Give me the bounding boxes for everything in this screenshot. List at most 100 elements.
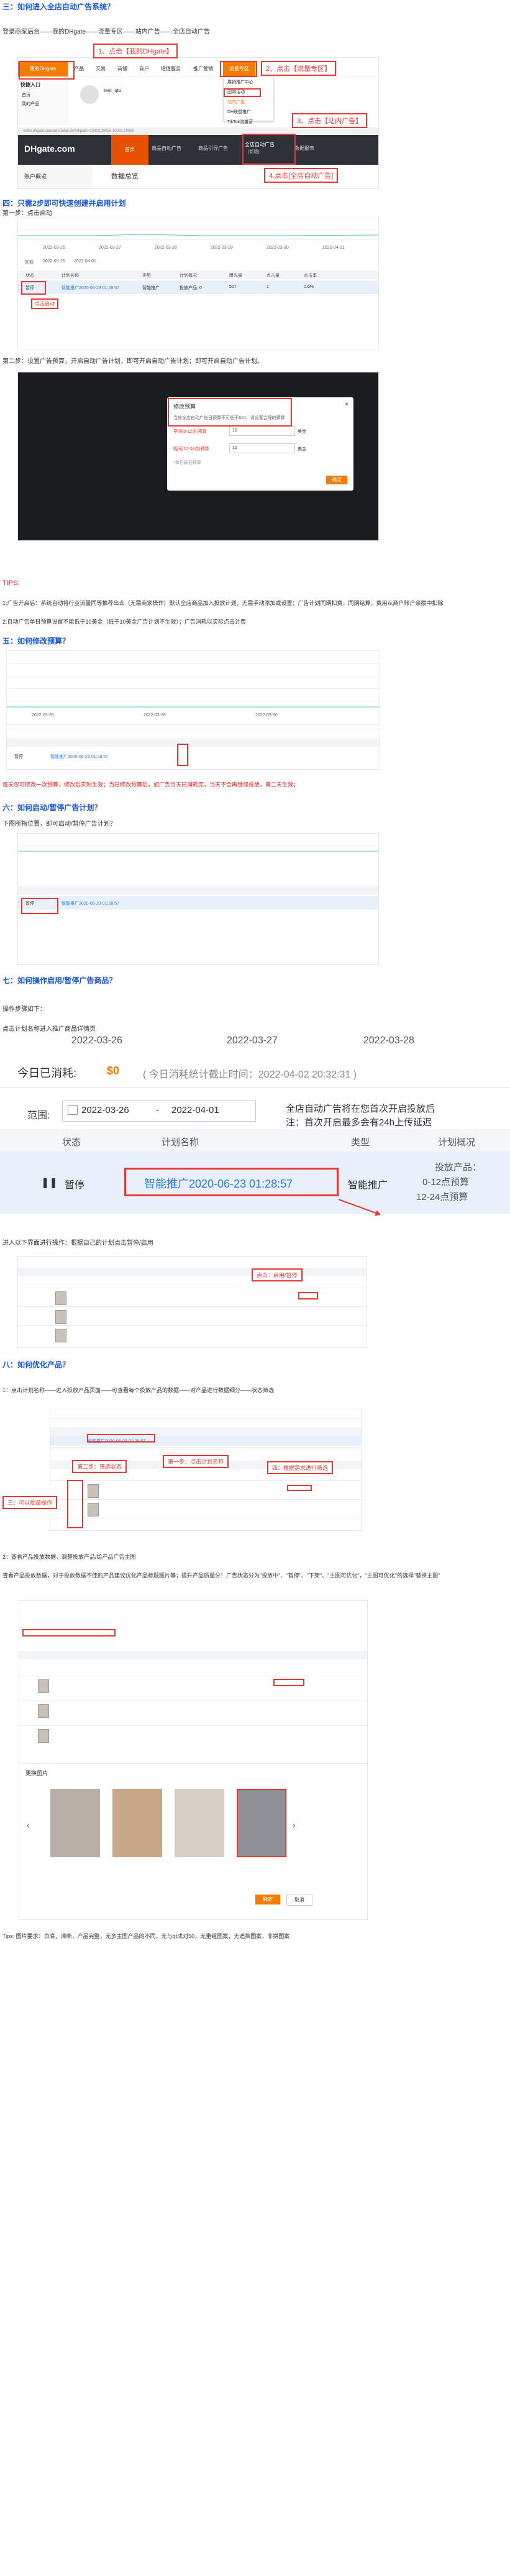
screenshot-plan-list: 2022-03-26 2022-03-27 2022-03-28 2022-03… (17, 218, 379, 349)
highlight-traffic-zone (220, 61, 257, 77)
callout-filter: 第二步：筛选状态 (72, 1460, 127, 1473)
product-thumb (88, 1484, 99, 1498)
nav-item[interactable]: 交易 (96, 62, 106, 76)
tips-2: 2:自动广告单日预算设置不能低于10美金（低于10美金广告计划不生效）；广告消耗… (2, 619, 247, 625)
date-label: 2022-03-27 (99, 246, 121, 250)
budget-hint: *单日最低预算 (173, 461, 201, 465)
row-plan-name[interactable]: 智能推广2020-06-23 01:28:57 (61, 285, 119, 291)
range-label: 范围: (27, 1110, 50, 1121)
highlight-replace (273, 1679, 304, 1686)
date-label: 2022-03-30 (255, 713, 278, 718)
dropdown-item[interactable]: 展销推广中心 (224, 77, 273, 87)
callout-2: 2、点击【流量专区】 (261, 61, 337, 76)
ok-button[interactable]: 确定 (326, 476, 347, 484)
row-plan-name[interactable]: 智能推广2020-06-23 01:28:57 (50, 754, 108, 760)
range-from[interactable]: 2022-03-26 (43, 259, 65, 264)
row-summary-2: 0-12点预算 (422, 1177, 470, 1188)
section-title-3: 三：如何进入全店自动广告系统？ (2, 2, 115, 11)
nav-item[interactable]: 产品 (74, 62, 84, 76)
highlight-plan-link (87, 1434, 155, 1443)
range-from[interactable]: 2022-03-26 (81, 1105, 129, 1115)
callout-1: 1、点击【我的DHgate】 (93, 44, 178, 58)
tab-product-auto[interactable]: 商品自动广告 (152, 145, 181, 152)
candidate-image-selected[interactable] (237, 1789, 286, 1857)
date-label: 2022-03-30 (266, 246, 289, 250)
col-type: 类型 (351, 1137, 370, 1148)
morning-budget-input[interactable]: 10 (229, 426, 295, 436)
row-type: 智能推广 (348, 1180, 388, 1191)
cancel-button[interactable]: 取消 (286, 1895, 312, 1906)
traffic-dropdown: 展销推广中心 团购活动 站内广告 DH联盟推广 TikTok流量营 (223, 76, 274, 124)
tab-reports[interactable]: 数据报表 (294, 145, 314, 152)
section-title-5: 五：如何修改预算？ (2, 637, 70, 645)
nav-item[interactable]: 商户 (139, 62, 149, 76)
notice-1: 全店自动广告将在您首次开启投放后 (286, 1104, 435, 1114)
product-thumb (38, 1729, 49, 1743)
tab-home[interactable]: 首页 (111, 135, 148, 165)
highlight-start (21, 281, 46, 295)
candidate-image[interactable] (50, 1789, 100, 1857)
nav-item[interactable]: 增值服务 (161, 62, 181, 76)
evening-budget-input[interactable]: 10 (229, 443, 295, 453)
screenshot-product-list (17, 1256, 367, 1348)
calendar-icon (68, 1105, 78, 1115)
product-thumb (38, 1704, 49, 1718)
nav-item[interactable]: 商铺 (117, 62, 127, 76)
dropdown-item[interactable]: DH联盟推广 (224, 107, 273, 117)
highlight-checkboxes (67, 1480, 83, 1528)
col-type: 类型 (142, 274, 151, 278)
section-4-step2: 第二步：设置广告预算，开启自动广告计划，即可开启自动广告计划；即可开启自动广告计… (2, 358, 263, 365)
url-bar: seller.dhgate.com/adsDetail.do?dhpath=10… (18, 127, 378, 135)
dropdown-item[interactable]: TikTok流量营 (224, 117, 273, 127)
section-7-sub: 操作步骤如下： (2, 1006, 46, 1013)
candidate-image[interactable] (175, 1789, 224, 1857)
sidebar-item[interactable]: 首页 (18, 91, 68, 99)
highlight-store-auto (242, 134, 296, 165)
spent-label: 今日已消耗: (17, 1067, 77, 1079)
range-to[interactable]: 2022-04-01 (74, 259, 96, 264)
col-name: 计划名称 (162, 1137, 199, 1148)
product-thumb (38, 1679, 49, 1693)
chevron-right-icon[interactable]: › (293, 1820, 296, 1830)
screenshot-budget-dialog: 修改预算 × 当前全店自动广告日预算不可低于$10，请设置合理的预算 早间(0-… (17, 372, 379, 541)
col-name: 计划名称 (61, 274, 79, 278)
row-plan-name[interactable]: 智能推广2020-06-23 01:28:57 (61, 900, 119, 907)
col-impressions: 曝光量 (229, 274, 242, 278)
candidate-image[interactable] (112, 1789, 162, 1857)
callout-pause: 点击：启用/暂停 (252, 1268, 303, 1281)
highlight-start-pause (21, 898, 58, 914)
product-thumb (88, 1503, 99, 1517)
date-label: 2022-03-26 (32, 713, 54, 718)
tips-1: 1:广告开启后：系统自动将行业流量同等推荐出去（无需商家操作）默认全店商品加入投… (2, 600, 444, 606)
date-label: 2022-03-27 (227, 1035, 278, 1046)
sidebar-item[interactable]: 我的产品 (18, 99, 68, 108)
col-status: 状态 (62, 1137, 81, 1148)
unit-label: 美金 (298, 430, 306, 434)
chevron-left-icon[interactable]: ‹ (27, 1820, 30, 1830)
row-summary-3: 12-24点预算 (416, 1192, 468, 1203)
dropdown-item-onsite-ads[interactable]: 站内广告 (224, 97, 273, 107)
section-8-step1: 1：点击计划名称——进入投放产品页面——可查看每个投放产品的数据——对产品进行数… (2, 1387, 275, 1393)
close-icon[interactable]: × (345, 401, 348, 408)
callout-4: 4.点击[全店自动广告] (264, 168, 339, 183)
section-title-7: 七：如何操作启用/暂停广告商品？ (2, 976, 117, 985)
image-replace-dialog: 更换图片 ‹ › 确定 取消 (19, 1763, 368, 1920)
product-thumb (55, 1329, 66, 1342)
pause-icon[interactable]: ❚❚ (41, 1176, 58, 1189)
row-ctr: 0.6% (304, 285, 314, 289)
left-menu-overview[interactable]: 账户概览 (18, 165, 93, 188)
section-8-step2: 2：查看产品投放数据，调整投放产品/给产品广告主图 (2, 1554, 136, 1560)
row-status[interactable]: 暂停 (14, 754, 23, 760)
highlight-pause-button (298, 1292, 318, 1300)
date-label: 2022-04-01 (322, 246, 345, 250)
range-to[interactable]: 2022-04-01 (171, 1105, 219, 1115)
trend-line-chart (18, 234, 378, 236)
col-summary: 计划概况 (438, 1137, 476, 1148)
date-range-picker[interactable]: 2022-03-26 - 2022-04-01 (62, 1101, 256, 1122)
highlight-plan-name (124, 1168, 339, 1196)
product-thumb (55, 1291, 66, 1305)
nav-item[interactable]: 推广营销 (193, 62, 213, 76)
row-status[interactable]: 暂停 (65, 1176, 84, 1191)
tab-product-guide[interactable]: 商品引导广告 (198, 145, 228, 152)
confirm-button[interactable]: 确定 (255, 1895, 280, 1904)
